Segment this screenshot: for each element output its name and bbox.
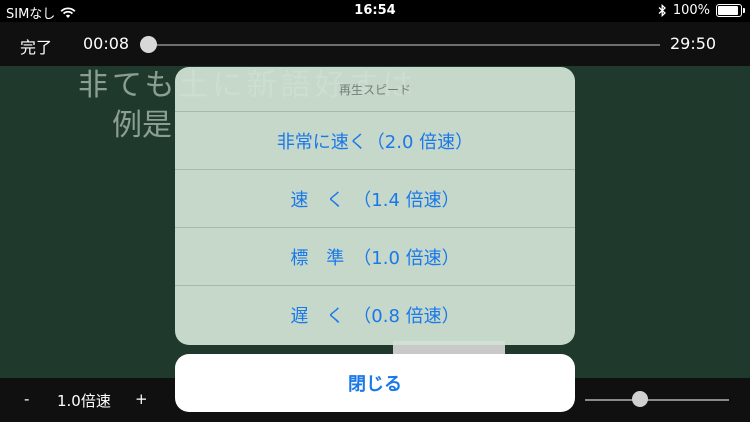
option-slow[interactable]: 遅 く （0.8 倍速） (175, 286, 575, 344)
player-top-bar: 完了 00:08 29:50 (0, 22, 750, 66)
current-time: 00:08 (83, 34, 130, 53)
speed-increase-button[interactable]: + (135, 390, 148, 408)
volume-track[interactable] (585, 399, 729, 401)
option-fast[interactable]: 速 く （1.4 倍速） (175, 170, 575, 228)
volume-thumb[interactable] (631, 391, 648, 407)
status-bar: SIMなし 16:54 100% (0, 0, 750, 22)
seek-thumb[interactable] (140, 36, 158, 53)
battery-percent: 100% (672, 3, 710, 18)
bluetooth-icon (658, 4, 666, 17)
option-very-fast[interactable]: 非常に速く（2.0 倍速） (175, 112, 575, 170)
playback-speed-sheet: 再生スピード 非常に速く（2.0 倍速） 速 く （1.4 倍速） 標 準 （1… (175, 67, 575, 345)
seek-track[interactable] (146, 44, 660, 46)
close-button[interactable]: 閉じる (175, 354, 575, 412)
done-button[interactable]: 完了 (20, 34, 52, 58)
duration-time: 29:50 (670, 34, 717, 53)
clock: 16:54 (354, 3, 396, 18)
chalk-writing-2: 例是 (112, 108, 172, 143)
battery-level (718, 6, 738, 15)
speed-decrease-button[interactable]: - (24, 390, 29, 408)
option-normal[interactable]: 標 準 （1.0 倍速） (175, 228, 575, 286)
speed-label[interactable]: 1.0倍速 (57, 390, 111, 411)
sheet-title: 再生スピード (175, 67, 575, 112)
battery-icon (716, 4, 745, 17)
